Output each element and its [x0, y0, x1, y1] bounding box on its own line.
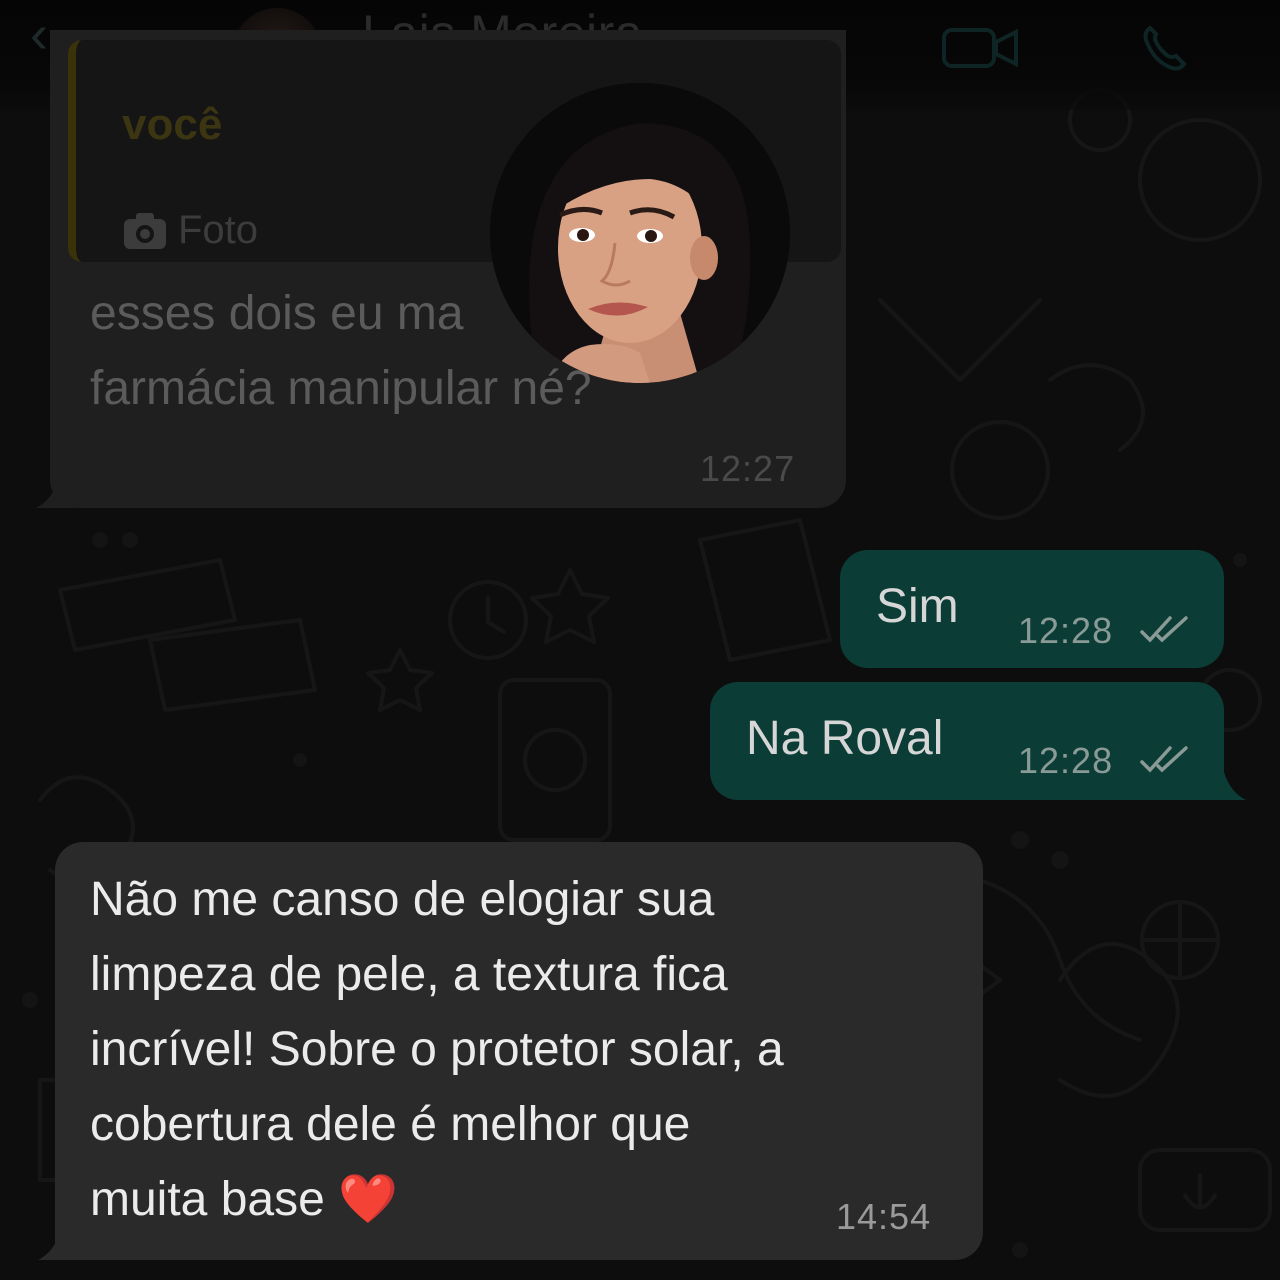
camera-icon [124, 212, 166, 249]
read-receipt-icon [1140, 746, 1188, 773]
message-text: Não me canso de elogiar sua limpeza de p… [90, 873, 784, 1226]
bubble-tail-outgoing [1208, 772, 1246, 800]
quoted-media-type: Foto [122, 208, 258, 253]
message-time: 12:27 [700, 448, 796, 489]
bubble-tail-incoming [36, 480, 74, 508]
message-text: Na Roval [746, 712, 944, 765]
profile-photo [490, 83, 790, 383]
message-text: Sim [876, 580, 959, 633]
quoted-type-label: Foto [178, 208, 259, 252]
quoted-author: você [122, 100, 223, 149]
bubble-tail-incoming [38, 1232, 76, 1260]
message-time: 12:28 [1018, 610, 1114, 651]
message-time: 12:28 [1018, 740, 1114, 781]
message-time: 14:54 [836, 1196, 932, 1237]
read-receipt-icon [1140, 616, 1188, 643]
phone-call-icon[interactable] [1140, 22, 1190, 72]
chat-screen: ‹ Lais Moreira você Foto esses dois eu m… [0, 0, 1280, 1280]
video-call-icon[interactable] [940, 22, 1020, 72]
